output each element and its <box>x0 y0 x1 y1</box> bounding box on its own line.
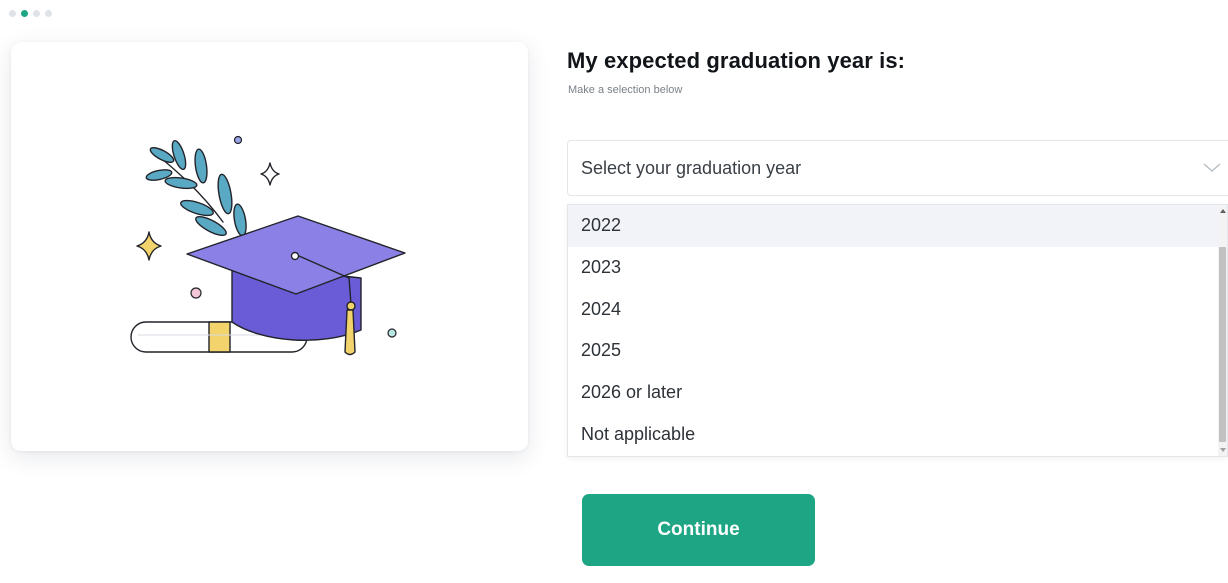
leaf-branch-icon <box>145 139 247 237</box>
graduation-year-dropdown[interactable]: 2022 2023 2024 2025 2026 or later Not ap… <box>567 204 1228 457</box>
circle-icon <box>190 287 202 299</box>
scrollbar-thumb[interactable] <box>1219 247 1226 442</box>
chevron-down-icon <box>1203 163 1221 172</box>
option-not-applicable[interactable]: Not applicable <box>568 413 1227 455</box>
option-2024[interactable]: 2024 <box>568 288 1227 330</box>
option-2022[interactable]: 2022 <box>568 205 1227 247</box>
circle-icon <box>233 135 243 145</box>
scroll-up-arrow-icon[interactable] <box>1220 209 1226 213</box>
progress-dots <box>9 10 52 17</box>
select-placeholder: Select your graduation year <box>581 157 802 178</box>
sparkle-icon <box>260 162 280 186</box>
illustration-card <box>11 42 528 451</box>
progress-dot <box>45 10 52 17</box>
graduation-year-select[interactable]: Select your graduation year <box>567 140 1228 196</box>
graduation-illustration <box>130 135 406 356</box>
circle-icon <box>387 328 397 338</box>
option-2023[interactable]: 2023 <box>568 247 1227 289</box>
option-2025[interactable]: 2025 <box>568 330 1227 372</box>
sparkle-icon <box>136 231 162 261</box>
page-title: My expected graduation year is: <box>567 48 906 73</box>
dropdown-scrollbar[interactable] <box>1218 205 1227 456</box>
progress-dot-active <box>21 10 28 17</box>
progress-dot <box>9 10 16 17</box>
scroll-down-arrow-icon[interactable] <box>1220 448 1226 452</box>
continue-button[interactable]: Continue <box>582 494 815 566</box>
page-subtitle: Make a selection below <box>568 84 683 96</box>
progress-dot <box>33 10 40 17</box>
option-2026-or-later[interactable]: 2026 or later <box>568 372 1227 414</box>
